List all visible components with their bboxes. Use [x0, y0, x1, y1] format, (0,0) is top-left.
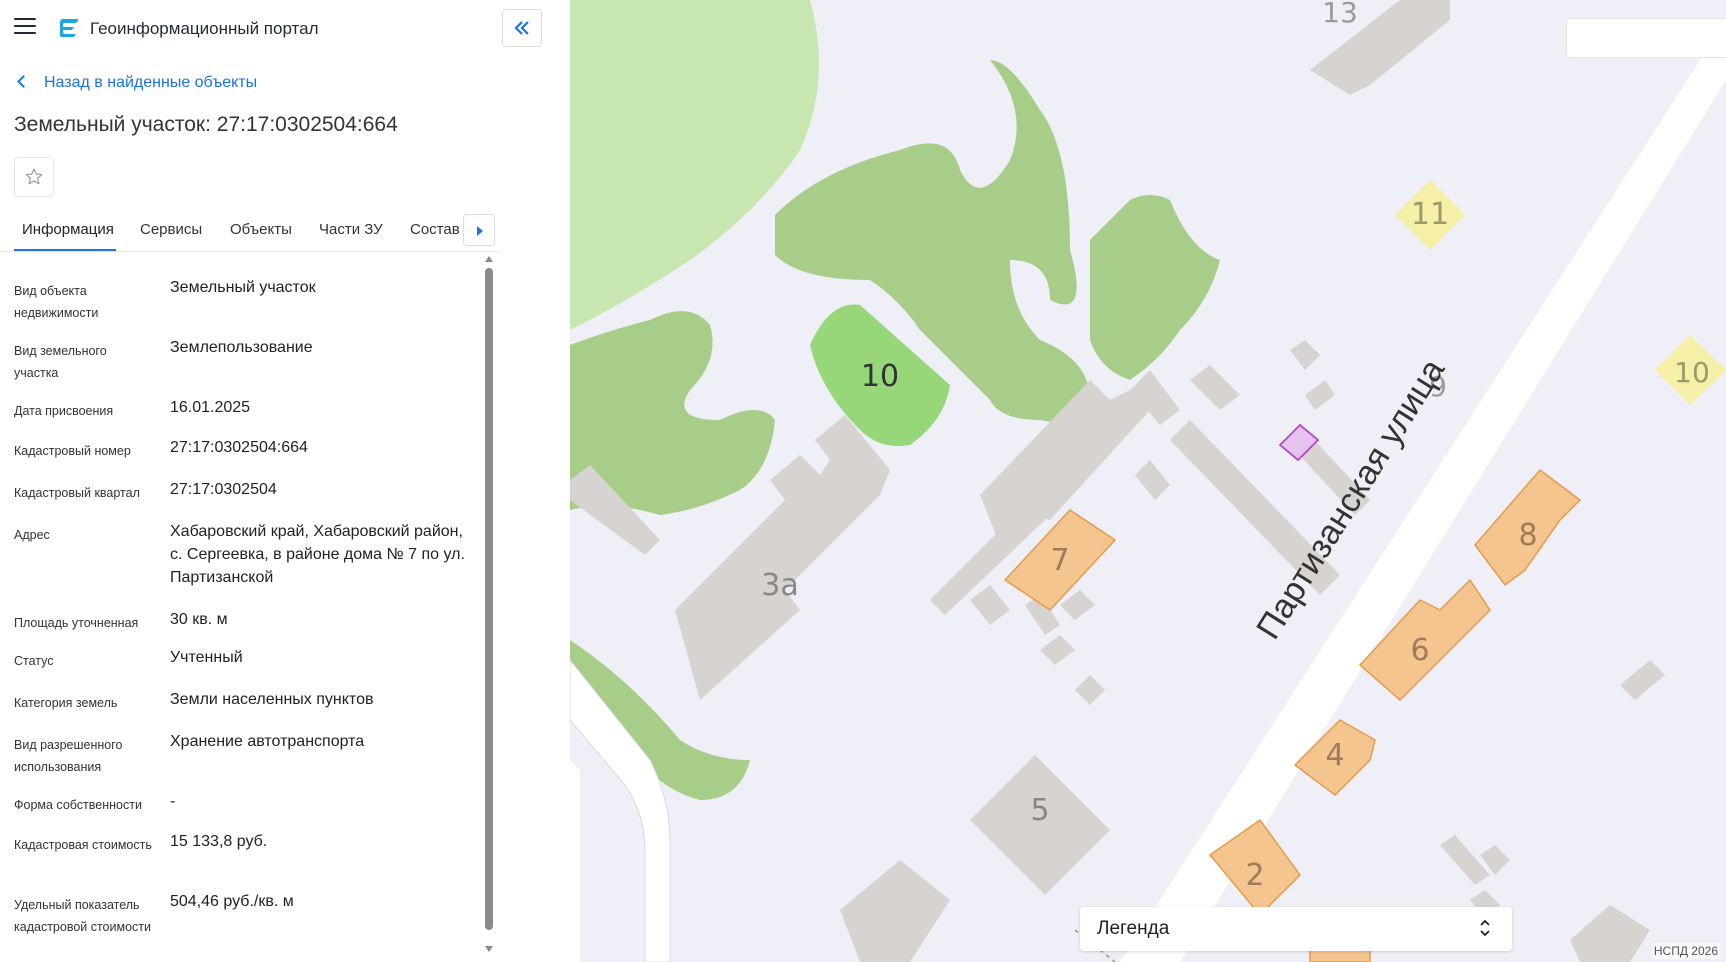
tab-objects[interactable]: Объекты	[230, 221, 292, 238]
info-label: Вид земельного участка	[14, 344, 107, 380]
tab-information[interactable]: Информация	[22, 221, 114, 238]
building-label-3a: 3а	[761, 568, 798, 603]
info-label: Дата присвоения	[14, 404, 114, 418]
map-search-box[interactable]	[1566, 18, 1726, 58]
scrollbar-thumb[interactable]	[485, 268, 493, 930]
tabs-scroll-right-button[interactable]	[463, 214, 495, 246]
map-view[interactable]: 13 11 10 9 10 7 8 6 3а 4 5 2 Партизанска…	[570, 0, 1726, 962]
info-label: Вид объекта недвижимости	[14, 284, 99, 320]
scroll-up-arrow-icon[interactable]	[485, 256, 493, 262]
info-label: Форма собственности	[14, 798, 142, 812]
building-small-6	[970, 585, 1010, 625]
building-label-6: 6	[1410, 633, 1429, 668]
building-label-2: 2	[1245, 858, 1264, 893]
building-label-4: 4	[1325, 738, 1344, 773]
info-label: Удельный показатель кадастровой стоимост…	[14, 898, 151, 934]
chevron-left-icon	[17, 75, 30, 88]
double-chevron-left-icon	[514, 21, 529, 35]
top-bar: Геоинформационный портал	[0, 0, 570, 56]
info-value: 27:17:0302504	[170, 481, 277, 498]
info-value: 504,46 руб./кв. м	[170, 893, 294, 910]
building-small-2	[1190, 365, 1240, 410]
collapse-panel-button[interactable]	[502, 9, 542, 47]
info-label: Вид разрешенного использования	[14, 738, 123, 774]
info-label: Категория земель	[14, 696, 118, 710]
building-label-7: 7	[1050, 543, 1069, 578]
road-path	[570, 760, 580, 962]
info-value: Земельный участок	[170, 279, 316, 296]
building-small-9	[1040, 635, 1075, 665]
building-right-small-6	[1570, 905, 1650, 962]
info-label: Кадастровый номер	[14, 444, 131, 458]
info-value: 30 кв. м	[170, 611, 228, 628]
info-list[interactable]: Вид объекта недвижимости Земельный участ…	[0, 256, 480, 962]
info-label: Адрес	[14, 528, 50, 542]
info-value: Земли населенных пунктов	[170, 691, 374, 708]
star-icon	[25, 168, 43, 185]
building-right-small-3	[1440, 835, 1490, 885]
info-label: Статус	[14, 654, 54, 668]
info-value: Землепользование	[170, 339, 313, 356]
info-scrollbar[interactable]	[483, 252, 495, 962]
building-label-11: 11	[1411, 197, 1449, 232]
info-label: Кадастровый квартал	[14, 486, 140, 500]
building-right-small-1	[1290, 340, 1320, 370]
favorite-button[interactable]	[14, 157, 54, 197]
building-right-small-2	[1620, 660, 1665, 700]
tab-services[interactable]: Сервисы	[140, 221, 202, 238]
info-value: Хабаровский край, Хабаровский район, с. …	[170, 523, 465, 586]
info-value: Хранение автотранспорта	[170, 733, 365, 750]
legend-label: Легенда	[1097, 918, 1170, 939]
park-area	[570, 0, 819, 330]
info-value: 27:17:0302504:664	[170, 439, 308, 456]
active-tab-indicator	[14, 249, 116, 251]
info-label: Кадастровая стоимость	[14, 838, 152, 852]
building-label-13: 13	[1322, 0, 1358, 29]
scroll-down-arrow-icon[interactable]	[485, 946, 493, 952]
building-small-4	[1305, 380, 1335, 410]
info-label: Площадь уточненная	[14, 616, 139, 630]
info-panel: Геоинформационный портал Назад в найденн…	[0, 0, 570, 962]
tab-bar: Информация Сервисы Объекты Части ЗУ Сост…	[0, 212, 500, 252]
info-value: 15 133,8 руб.	[170, 833, 268, 850]
building-label-10-right: 10	[1674, 356, 1710, 389]
map-copyright: НСПД 2026	[1651, 943, 1720, 959]
info-value: Учтенный	[170, 649, 243, 666]
portal-logo-icon	[57, 17, 81, 39]
building-label-10-green: 10	[861, 359, 899, 394]
building-small-10	[1075, 675, 1105, 705]
object-title: Земельный участок: 27:17:0302504:664	[14, 113, 398, 136]
info-value: -	[170, 793, 176, 810]
building-label-8: 8	[1518, 518, 1537, 553]
map-canvas[interactable]: 13 11 10 9 10 7 8 6 3а 4 5 2 Партизанска…	[570, 0, 1726, 962]
building-bottom-left	[840, 860, 950, 962]
tab-parcel-parts[interactable]: Части ЗУ	[319, 221, 383, 238]
back-to-results-link[interactable]: Назад в найденные объекты	[17, 74, 258, 92]
info-value: 16.01.2025	[170, 399, 251, 416]
legend-panel[interactable]: Легенда	[1080, 907, 1512, 951]
tab-composition[interactable]: Состав	[410, 221, 460, 238]
expand-collapse-icon[interactable]	[1478, 915, 1492, 941]
hamburger-menu-icon[interactable]	[14, 18, 36, 36]
back-link-label: Назад в найденные объекты	[44, 74, 258, 91]
building-small-5	[1135, 460, 1170, 500]
road-partizanskaya	[1120, 20, 1726, 962]
building-label-5: 5	[1030, 793, 1049, 828]
greenery-area-upper	[1090, 195, 1220, 380]
app-title: Геоинформационный портал	[90, 19, 319, 38]
